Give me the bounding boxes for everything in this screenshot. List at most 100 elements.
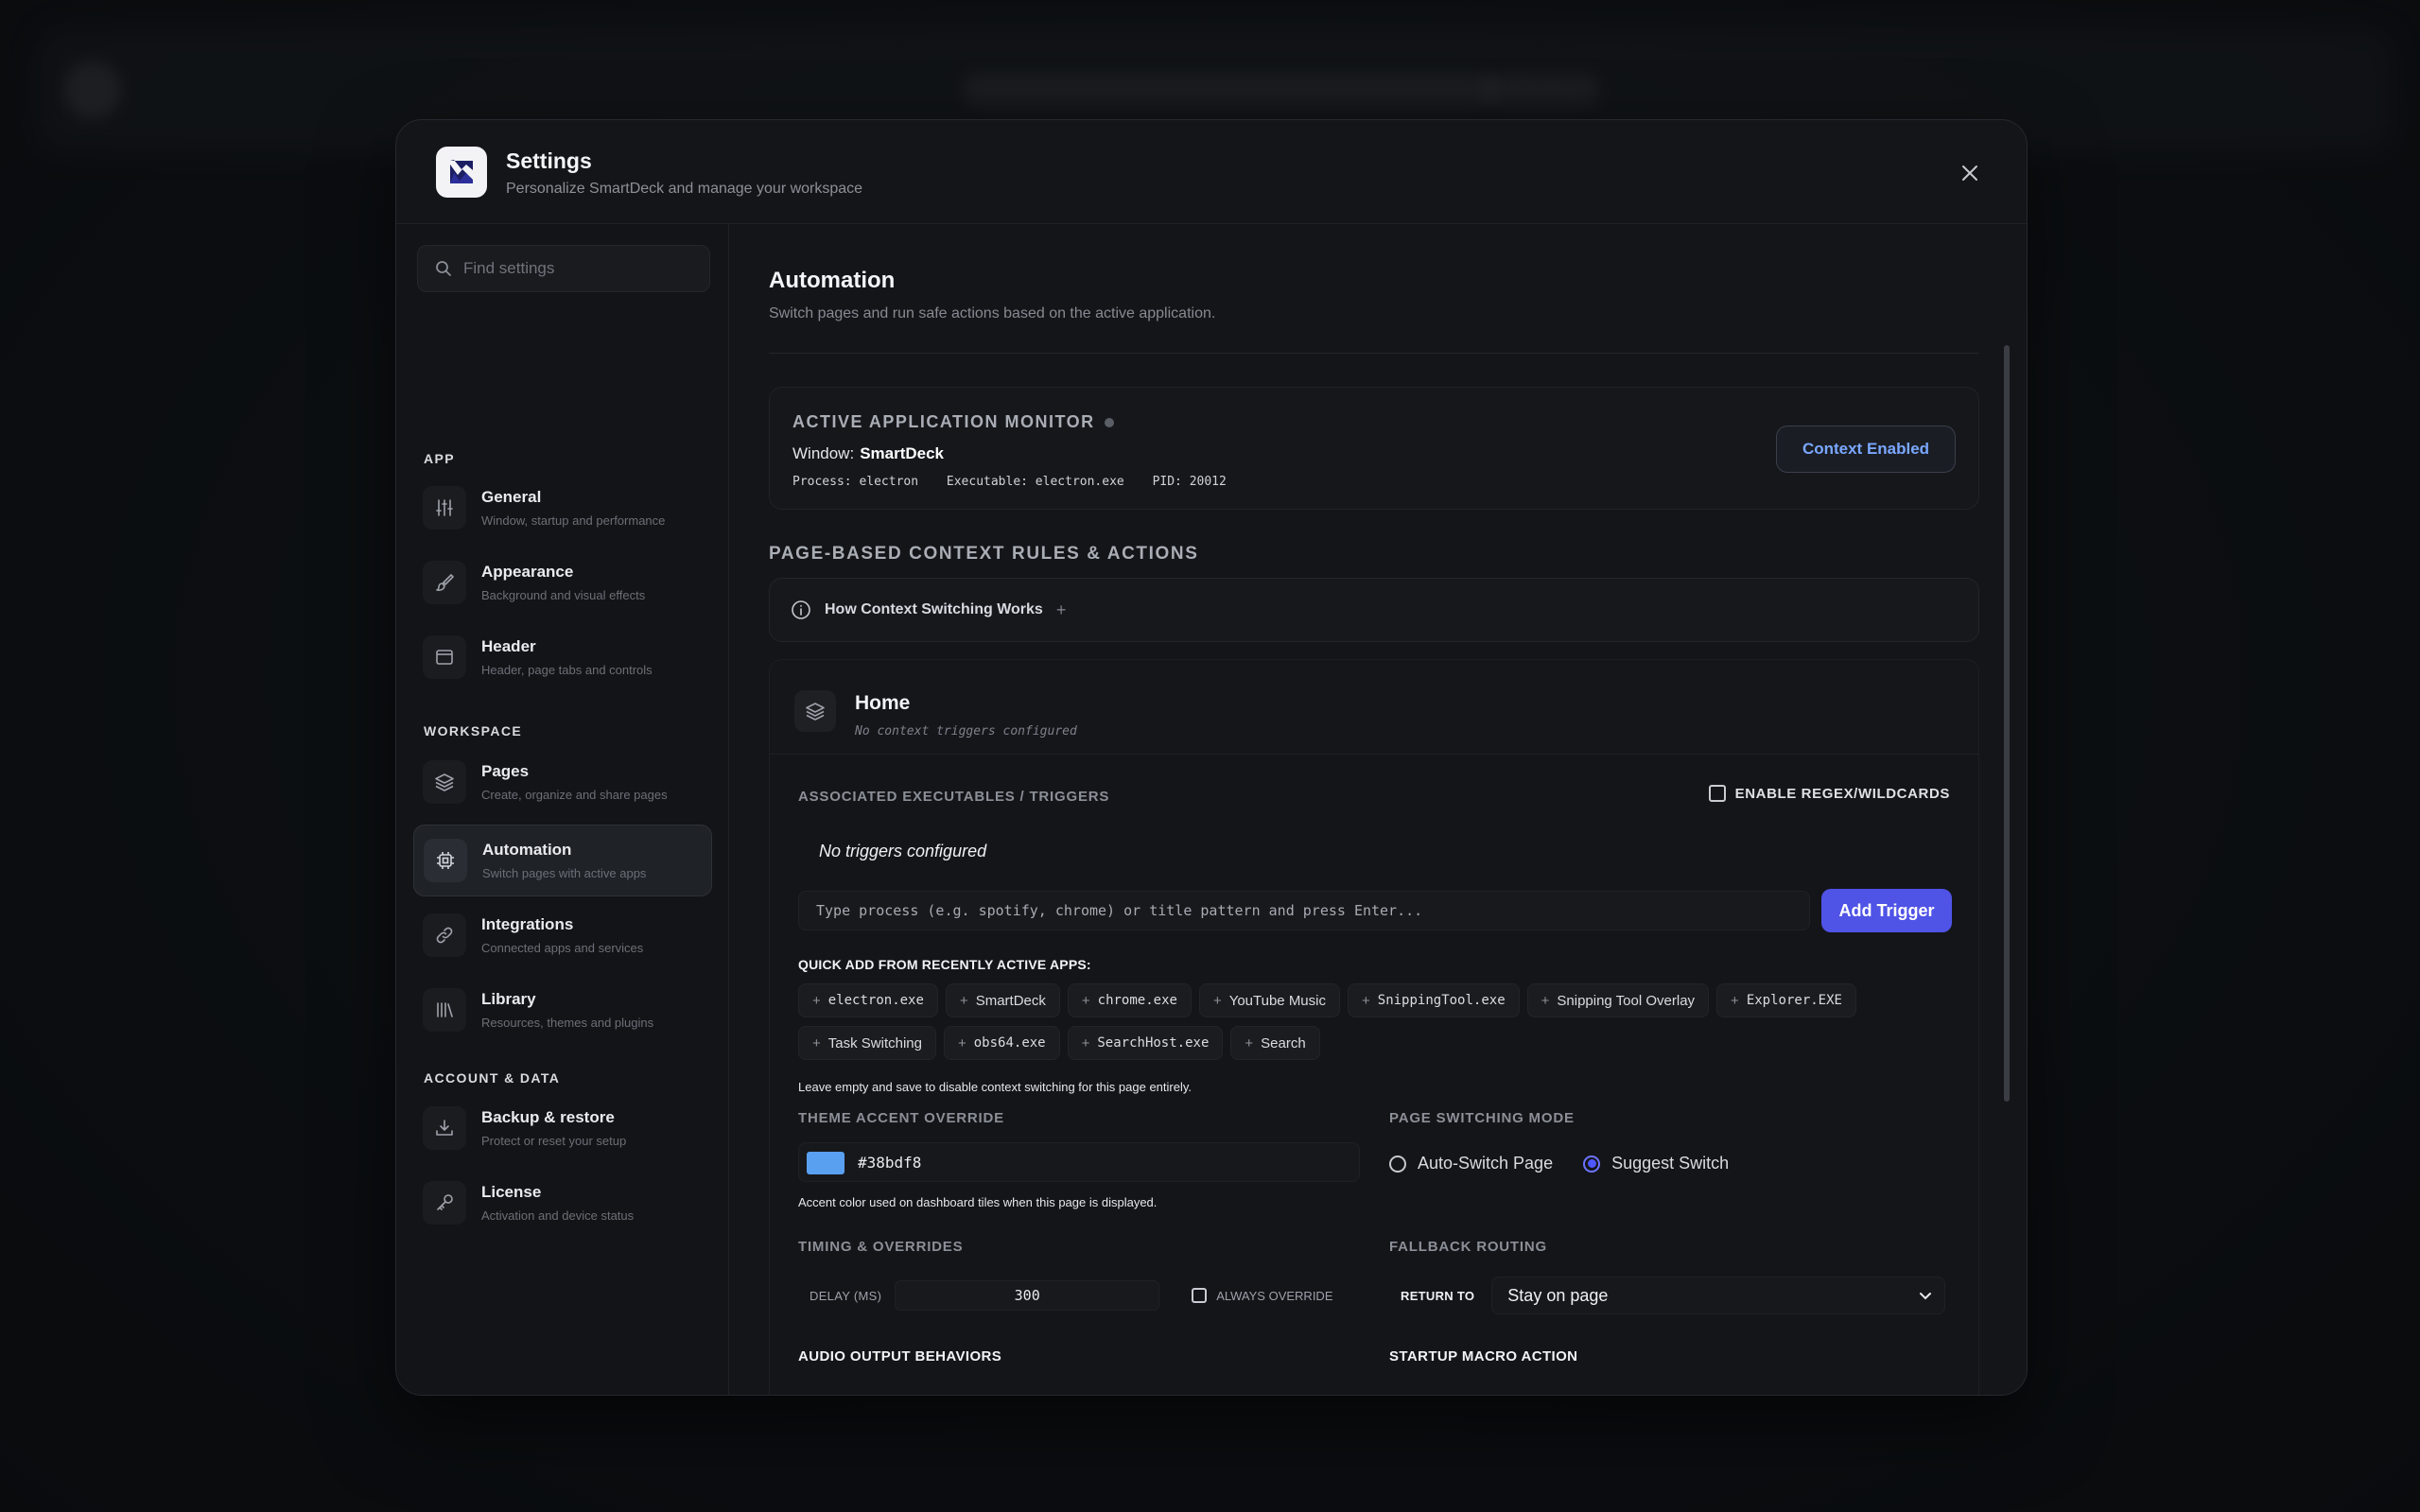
process-pid: PID: 20012: [1152, 475, 1227, 489]
auto-switch-radio[interactable]: [1389, 1155, 1406, 1173]
paintbrush-icon: [423, 561, 466, 604]
plus-icon: +: [1212, 992, 1222, 1009]
plus-icon: +: [812, 992, 821, 1009]
sidebar-item-desc: Activation and device status: [481, 1208, 635, 1223]
quick-add-chip[interactable]: + chrome.exe: [1067, 983, 1192, 1017]
quick-add-chip[interactable]: + SearchHost.exe: [1067, 1026, 1224, 1060]
regex-checkbox[interactable]: [1708, 785, 1726, 802]
sidebar-item-desc: Create, organize and share pages: [481, 788, 668, 802]
quick-add-chip[interactable]: + obs64.exe: [943, 1026, 1060, 1060]
status-dot-icon: [1104, 417, 1114, 427]
quick-add-chip[interactable]: + SmartDeck: [945, 983, 1060, 1017]
sidebar-item-backup[interactable]: Backup & restore Protect or reset your se…: [413, 1092, 712, 1164]
trigger-input[interactable]: [798, 891, 1810, 930]
sidebar-item-integrations[interactable]: Integrations Connected apps and services: [413, 899, 712, 971]
window-icon: [423, 635, 466, 679]
triggers-label: ASSOCIATED EXECUTABLES / TRIGGERS: [798, 789, 1110, 805]
sidebar-item-general[interactable]: General Window, startup and performance: [413, 472, 712, 544]
plus-icon: +: [959, 992, 968, 1009]
sidebar-item-desc: Protect or reset your setup: [481, 1134, 627, 1148]
sidebar-item-label: Automation: [482, 841, 572, 859]
always-override-toggle[interactable]: ALWAYS OVERRIDE: [1192, 1288, 1333, 1303]
settings-search[interactable]: [417, 245, 710, 292]
sidebar-item-label: License: [481, 1183, 542, 1201]
sidebar-item-label: Pages: [481, 762, 530, 780]
accent-hex-input[interactable]: [858, 1143, 1349, 1181]
modal-title: Settings: [506, 148, 592, 173]
quick-add-chip[interactable]: + Task Switching: [798, 1026, 936, 1060]
sidebar-item-automation[interactable]: Automation Switch pages with active apps: [413, 825, 712, 896]
leave-empty-note: Leave empty and save to disable context …: [798, 1080, 1192, 1094]
add-trigger-button[interactable]: Add Trigger: [1821, 889, 1952, 932]
accent-color-field: [798, 1142, 1360, 1182]
quick-add-chip[interactable]: + electron.exe: [798, 983, 938, 1017]
sidebar-item-pages[interactable]: Pages Create, organize and share pages: [413, 746, 712, 818]
sidebar-item-label: Appearance: [481, 563, 574, 581]
quick-add-chip[interactable]: + YouTube Music: [1198, 983, 1340, 1017]
plus-icon: +: [1081, 1034, 1090, 1051]
plus-icon: +: [1731, 992, 1739, 1009]
suggest-switch-radio[interactable]: [1583, 1155, 1601, 1173]
divider: [769, 353, 1979, 354]
quick-add-chip[interactable]: + Explorer.EXE: [1716, 983, 1856, 1017]
sliders-icon: [423, 486, 466, 530]
plus-icon: +: [957, 1034, 966, 1051]
delay-input[interactable]: [895, 1280, 1160, 1311]
how-context-switching-works-toggle[interactable]: How Context Switching Works +: [769, 578, 1979, 642]
chip-label: SearchHost.exe: [1097, 1035, 1210, 1051]
sidebar-item-license[interactable]: License Activation and device status: [413, 1167, 712, 1239]
always-override-checkbox[interactable]: [1192, 1288, 1208, 1303]
sidebar-item-header[interactable]: Header Header, page tabs and controls: [413, 621, 712, 693]
quick-add-chip[interactable]: + SnippingTool.exe: [1348, 983, 1520, 1017]
return-to-select[interactable]: Stay on page: [1491, 1277, 1946, 1314]
layers-icon: [794, 690, 836, 732]
page-trigger-status: No context triggers configured: [855, 724, 1077, 739]
chip-label: Snipping Tool Overlay: [1557, 992, 1696, 1009]
howto-label: How Context Switching Works: [825, 601, 1043, 617]
close-icon[interactable]: [1957, 160, 1983, 186]
section-label-app: APP: [424, 451, 455, 466]
always-override-label: ALWAYS OVERRIDE: [1216, 1288, 1333, 1303]
color-swatch[interactable]: [807, 1152, 844, 1174]
window-value: SmartDeck: [860, 444, 945, 462]
suggest-switch-option[interactable]: Suggest Switch: [1583, 1154, 1729, 1173]
search-input[interactable]: [463, 259, 690, 278]
download-icon: [423, 1106, 466, 1150]
sidebar-item-label: General: [481, 488, 542, 506]
sidebar-item-desc: Window, startup and performance: [481, 513, 666, 528]
fallback-label: FALLBACK ROUTING: [1389, 1239, 1547, 1255]
sidebar-item-label: Integrations: [481, 915, 574, 933]
search-icon: [436, 261, 451, 276]
sidebar-item-label: Header: [481, 637, 536, 655]
audio-output-label: AUDIO OUTPUT BEHAVIORS: [798, 1348, 1002, 1364]
context-enabled-button[interactable]: Context Enabled: [1776, 426, 1956, 473]
chip-label: electron.exe: [827, 993, 924, 1008]
chip-label: chrome.exe: [1097, 993, 1177, 1008]
chip-label: Search: [1261, 1034, 1306, 1051]
quick-add-chip[interactable]: + Snipping Tool Overlay: [1526, 983, 1710, 1017]
content-scrollbar[interactable]: [2004, 345, 2010, 1102]
page-rule-header: Home No context triggers configured: [770, 660, 1978, 755]
sidebar-item-appearance[interactable]: Appearance Background and visual effects: [413, 547, 712, 618]
chip-label: SnippingTool.exe: [1377, 993, 1506, 1008]
regex-toggle[interactable]: ENABLE REGEX/WILDCARDS: [1708, 785, 1950, 802]
link-icon: [423, 913, 466, 957]
quick-add-chip[interactable]: + Search: [1230, 1026, 1320, 1060]
sidebar-item-library[interactable]: Library Resources, themes and plugins: [413, 974, 712, 1046]
chip-label: SmartDeck: [975, 992, 1046, 1009]
timing-label: TIMING & OVERRIDES: [798, 1239, 964, 1255]
executable-name: Executable: electron.exe: [946, 475, 1124, 489]
active-app-monitor: ACTIVE APPLICATION MONITOR Window: SmartD…: [769, 387, 1979, 510]
chip-icon: [424, 839, 467, 882]
rules-section-title: PAGE-BASED CONTEXT RULES & ACTIONS: [769, 544, 1199, 564]
sidebar-item-desc: Connected apps and services: [481, 941, 644, 955]
process-details: Process: electron Executable: electron.e…: [792, 475, 1247, 489]
key-icon: [423, 1181, 466, 1225]
quick-add-chips-row-2: + Task Switching + obs64.exe + SearchHost.e…: [798, 1026, 1952, 1060]
smartdeck-logo-icon: [436, 147, 487, 198]
plus-icon: +: [812, 1034, 821, 1051]
plus-icon: +: [1541, 992, 1550, 1009]
auto-switch-option[interactable]: Auto-Switch Page: [1389, 1154, 1553, 1173]
process-name: Process: electron: [792, 475, 919, 489]
page-subtitle: Switch pages and run safe actions based …: [769, 305, 1216, 322]
